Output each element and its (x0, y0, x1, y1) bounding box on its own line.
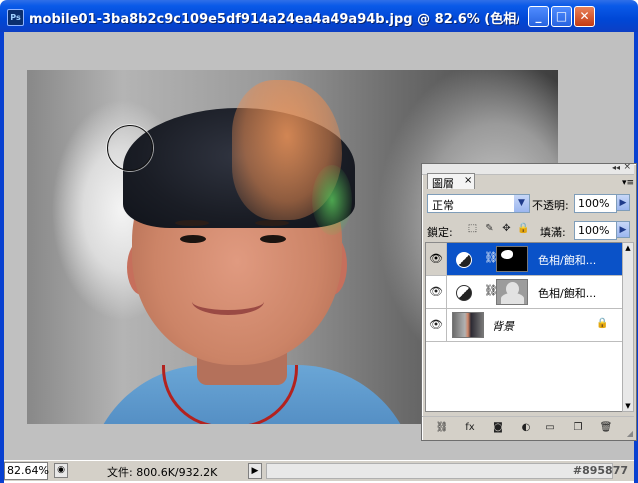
horizontal-scrollbar[interactable] (266, 463, 613, 479)
mask-blob (501, 250, 513, 259)
photo-brow-right (255, 220, 289, 226)
adjustment-layer-icon[interactable]: ◐ (518, 421, 534, 435)
chevron-down-icon[interactable]: ▼ (514, 195, 529, 212)
close-icon: ✕ (579, 9, 590, 23)
layer-style-icon[interactable]: fx (462, 421, 478, 435)
eye-icon[interactable]: 👁 (426, 309, 447, 341)
layer-thumbnail[interactable] (452, 312, 484, 338)
lock-position-icon[interactable]: ✥ (500, 222, 513, 235)
collapse-panel-icon[interactable]: ◂◂ (612, 163, 620, 172)
tab-layers[interactable]: 圖層 × (427, 173, 475, 190)
photo-brow-left (175, 220, 209, 226)
photo-eye-left (180, 235, 206, 243)
layers-scrollbar[interactable]: ▲ ▼ (622, 242, 634, 412)
photo-eye-right (260, 235, 286, 243)
lock-all-icon[interactable]: 🔒 (517, 222, 530, 235)
panel-menu-icon[interactable]: ▾≡ (622, 178, 634, 188)
layer-row[interactable]: 👁 ⛓ 色相/飽和... (426, 276, 622, 309)
blend-mode-value: 正常 (432, 199, 454, 212)
zoom-input[interactable]: 82.64% (4, 462, 49, 480)
adjustment-layer-icon (456, 285, 472, 301)
opacity-slider-toggle[interactable]: ▶ (616, 194, 630, 211)
layer-row[interactable]: 👁 ⛓ 色相/飽和... (426, 243, 622, 276)
new-layer-icon[interactable]: ❐ (570, 421, 586, 435)
document-info: 文件: 800.6K/932.2K (107, 466, 218, 479)
maximize-button[interactable]: □ (551, 6, 572, 27)
close-panel-icon[interactable]: × (623, 162, 631, 172)
link-layers-icon[interactable]: ⛓ (434, 421, 450, 435)
window-title: mobile01-3ba8b2c9c109e5df914a24ea4a49a94… (29, 12, 519, 27)
eye-icon[interactable]: 👁 (426, 276, 447, 308)
layer-name[interactable]: 色相/飽和... (538, 285, 596, 301)
layers-panel[interactable]: ◂◂ × 圖層 × ▾≡ 正常 ▼ 不透明: 100% ▶ 鎖定: ⬚ ✎ ✥ … (421, 162, 637, 441)
brush-cursor (107, 125, 153, 171)
photoshop-app-icon[interactable]: Ps (7, 9, 24, 26)
fill-label: 填滿: (540, 226, 566, 239)
new-group-icon[interactable]: ▭ (542, 421, 558, 435)
resize-grip-icon[interactable]: ◢ (627, 429, 633, 438)
layers-list[interactable]: 👁 ⛓ 色相/飽和... 👁 ⛓ 色相/飽和... 👁 背景 🔒 (425, 242, 623, 412)
eye-icon[interactable]: 👁 (426, 243, 447, 275)
layer-name[interactable]: 背景 (492, 318, 514, 334)
panel-footer: ⛓ fx ◙ ◐ ▭ ❐ 🗑 ◢ (422, 416, 634, 439)
tab-close-icon[interactable]: × (464, 175, 472, 186)
status-bar: 82.64% ◉ 文件: 800.6K/932.2K ▶ #895877 (4, 460, 634, 481)
lock-transparency-icon[interactable]: ⬚ (466, 222, 479, 235)
lock-icon: 🔒 (596, 318, 609, 329)
close-button[interactable]: ✕ (574, 6, 595, 27)
minimize-icon: _ (535, 9, 542, 23)
opacity-input[interactable]: 100% (574, 194, 617, 213)
status-menu-arrow-icon[interactable]: ▶ (248, 463, 262, 479)
minimize-button[interactable]: _ (528, 6, 549, 27)
mask-body (501, 293, 524, 304)
window-titlebar[interactable]: Ps mobile01-3ba8b2c9c109e5df914a24ea4a49… (0, 0, 638, 32)
layer-row[interactable]: 👁 背景 🔒 (426, 309, 622, 342)
watermark: #895877 (572, 464, 628, 477)
add-mask-icon[interactable]: ◙ (490, 421, 506, 435)
document-workspace[interactable]: ◂◂ × 圖層 × ▾≡ 正常 ▼ 不透明: 100% ▶ 鎖定: ⬚ ✎ ✥ … (4, 32, 637, 460)
tab-layers-label: 圖層 (432, 177, 454, 190)
trash-icon[interactable]: 🗑 (598, 421, 614, 435)
lock-image-icon[interactable]: ✎ (483, 222, 496, 235)
fill-slider-toggle[interactable]: ▶ (616, 221, 630, 238)
adjustment-layer-icon (456, 252, 472, 268)
blend-mode-select[interactable]: 正常 ▼ (427, 194, 530, 213)
layer-name[interactable]: 色相/飽和... (538, 252, 596, 268)
scroll-up-icon[interactable]: ▲ (623, 243, 633, 253)
layer-mask-thumbnail[interactable] (496, 246, 528, 272)
green-tint-overlay (312, 165, 352, 235)
navigator-icon[interactable]: ◉ (54, 463, 68, 478)
fill-input[interactable]: 100% (574, 221, 617, 240)
layer-mask-thumbnail[interactable] (496, 279, 528, 305)
scroll-down-icon[interactable]: ▼ (623, 401, 633, 411)
lock-label: 鎖定: (427, 226, 453, 239)
photo-mouth (192, 288, 264, 315)
maximize-icon: □ (555, 9, 568, 23)
opacity-label: 不透明: (532, 199, 569, 212)
